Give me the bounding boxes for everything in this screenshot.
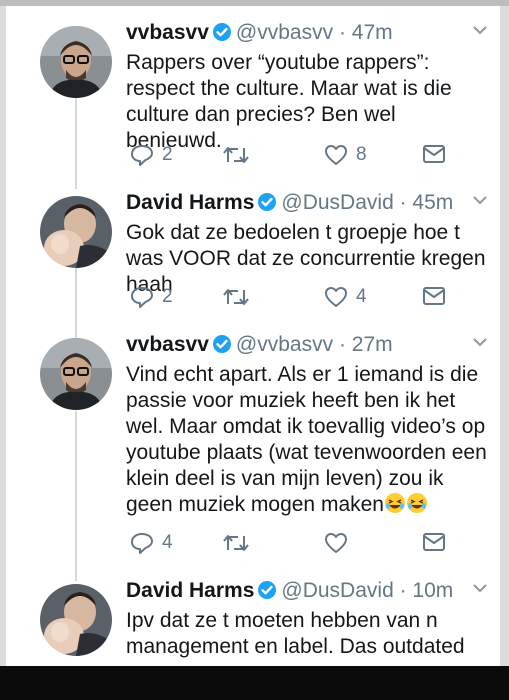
handle[interactable]: @DusDavid: [281, 579, 393, 602]
retweet-icon: [223, 147, 249, 163]
avatar[interactable]: [40, 584, 112, 656]
tweet-header: David Harms @DusDavid · 10m: [126, 578, 453, 604]
avatar-image: [40, 584, 112, 656]
message-button[interactable]: [422, 144, 446, 164]
like-button[interactable]: [324, 532, 356, 554]
tweet-header: vvbasvv @vvbasvv · 47m: [126, 20, 393, 46]
chevron-down-icon[interactable]: [472, 24, 488, 36]
envelope-icon: [423, 287, 445, 305]
tweet-header: David Harms @DusDavid · 45m: [126, 190, 453, 216]
reply-count: 2: [162, 144, 173, 165]
reply-icon: [131, 145, 153, 166]
like-count: 8: [356, 144, 367, 165]
thread-line: [75, 411, 77, 581]
avatar[interactable]: [40, 26, 112, 98]
reply-button[interactable]: 2: [130, 144, 173, 166]
retweet-button[interactable]: [222, 144, 258, 166]
avatar[interactable]: [40, 196, 112, 268]
timestamp[interactable]: · 27m: [339, 333, 393, 356]
avatar[interactable]: [40, 338, 112, 410]
laughing-emoji-icon: [384, 493, 405, 513]
retweet-button[interactable]: [222, 532, 258, 554]
handle[interactable]: @vvbasvv: [236, 333, 333, 356]
display-name[interactable]: David Harms: [126, 191, 254, 214]
like-button[interactable]: 8: [324, 144, 367, 166]
timestamp[interactable]: · 47m: [339, 21, 393, 44]
timestamp[interactable]: · 10m: [400, 579, 454, 602]
tweet-actions: 2 4: [126, 286, 446, 316]
avatar-image: [40, 196, 112, 268]
like-button[interactable]: 4: [324, 286, 367, 308]
display-name[interactable]: David Harms: [126, 579, 254, 602]
avatar-image: [40, 338, 112, 410]
reply-button[interactable]: 2: [130, 286, 173, 308]
retweet-icon: [223, 289, 249, 305]
handle[interactable]: @DusDavid: [281, 191, 393, 214]
display-name[interactable]: vvbasvv: [126, 21, 209, 44]
tweet-header: vvbasvv @vvbasvv · 27m: [126, 332, 393, 358]
like-count: 4: [356, 286, 367, 307]
tweet-text: Vind echt apart. Als er 1 iemand is die …: [126, 362, 496, 518]
tweet-text: Ipv dat ze t moeten hebben van n managem…: [126, 609, 465, 666]
tweet-text-body: Vind echt apart. Als er 1 iemand is die …: [126, 363, 487, 516]
tweet-actions: 4: [126, 532, 446, 562]
heart-icon: [325, 145, 347, 165]
message-button[interactable]: [422, 532, 446, 552]
timestamp[interactable]: · 45m: [400, 191, 454, 214]
reply-button[interactable]: 4: [130, 532, 173, 554]
tweet-actions: 2 8: [126, 144, 446, 174]
bottom-bar: [0, 666, 509, 700]
verified-badge-icon: [258, 581, 277, 599]
envelope-icon: [423, 533, 445, 551]
reply-icon: [131, 287, 153, 308]
envelope-icon: [423, 145, 445, 163]
thread-line: [75, 268, 77, 338]
verified-badge-icon: [212, 335, 231, 353]
heart-icon: [325, 287, 347, 307]
display-name[interactable]: vvbasvv: [126, 333, 209, 356]
chevron-down-icon[interactable]: [472, 194, 488, 206]
heart-icon: [325, 533, 347, 553]
laughing-emoji-icon: [406, 493, 427, 513]
reply-count: 4: [162, 532, 173, 553]
avatar-image: [40, 26, 112, 98]
verified-badge-icon: [212, 23, 231, 41]
chevron-down-icon[interactable]: [472, 336, 488, 348]
reply-icon: [131, 533, 153, 554]
verified-badge-icon: [258, 193, 277, 211]
handle[interactable]: @vvbasvv: [236, 21, 333, 44]
retweet-icon: [223, 535, 249, 551]
retweet-button[interactable]: [222, 286, 258, 308]
tweet-thread: vvbasvv @vvbasvv · 47m Rappers over “yout…: [6, 6, 500, 666]
thread-line: [75, 94, 77, 189]
reply-count: 2: [162, 286, 173, 307]
tweet-text: Rappers over “youtube rappers”: respect …: [126, 51, 452, 152]
message-button[interactable]: [422, 286, 446, 306]
chevron-down-icon[interactable]: [472, 582, 488, 594]
